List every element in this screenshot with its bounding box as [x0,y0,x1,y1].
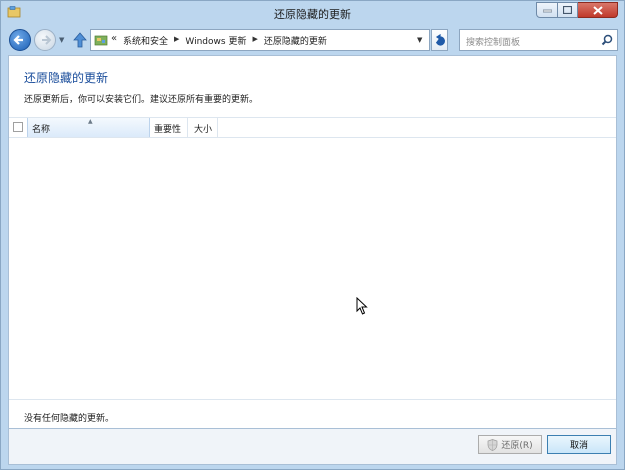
control-panel-icon [94,35,108,46]
sort-ascending-icon: ▲ [88,118,93,125]
address-bar[interactable]: « 系统和安全 ▶ Windows 更新 ▶ 还原隐藏的更新 ▼ [90,29,430,51]
column-importance-label: 重要性 [154,125,182,135]
search-box[interactable]: 搜索控制面板 [459,29,618,51]
back-button[interactable] [9,29,31,51]
status-text: 没有任何隐藏的更新。 [24,414,115,424]
close-icon [592,5,603,15]
restore-button[interactable]: 还原(R) [478,435,542,454]
chevron-right-icon[interactable]: ▶ [174,35,179,47]
restore-button-label: 还原(R) [501,441,533,451]
refresh-button[interactable] [431,29,448,51]
refresh-icon [435,34,445,46]
column-header-importance[interactable]: 重要性 [150,118,188,137]
column-name-label: 名称 [32,125,51,135]
search-icon[interactable] [601,34,613,46]
maximize-icon [563,6,572,14]
shield-icon [488,438,498,451]
cancel-button[interactable]: 取消 [547,435,611,454]
window-controls [536,2,618,20]
address-dropdown[interactable]: ▼ [417,36,422,44]
window-title: 还原隐藏的更新 [274,8,351,21]
minimize-icon [542,9,552,13]
breadcrumb-item-windows-update[interactable]: Windows 更新 [185,34,246,47]
column-header-size[interactable]: 大小 [188,118,218,137]
main-panel: 还原隐藏的更新 还原更新后，你可以安装它们。建议还原所有重要的更新。 ▲ 名称 … [8,55,617,429]
select-all-checkbox[interactable] [13,122,23,132]
divider [9,399,616,400]
close-button[interactable] [578,2,618,18]
button-bar: 还原(R) 取消 [8,429,617,465]
navigation-bar: ▼ « 系统和安全 ▶ Windows 更新 ▶ 还原隐藏的更新 ▼ 搜索控制面… [1,26,624,54]
search-input[interactable]: 搜索控制面板 [466,35,520,48]
page-title: 还原隐藏的更新 [24,71,109,85]
chevron-right-icon[interactable]: ▶ [252,35,257,47]
recent-pages-dropdown[interactable]: ▼ [59,36,64,44]
column-size-label: 大小 [194,125,213,135]
arrow-right-icon [42,35,52,45]
breadcrumb-item-security[interactable]: 系统和安全 [123,34,168,47]
forward-button[interactable] [34,29,56,51]
control-panel-window: 还原隐藏的更新 ▼ « 系统和安全 ▶ Windows 更新 ▶ 还原隐藏的更新… [0,0,625,470]
cancel-button-label: 取消 [569,441,588,451]
arrow-left-icon [13,35,23,45]
list-column-header: ▲ 名称 重要性 大小 [9,117,616,138]
update-list[interactable] [9,137,616,399]
column-header-name[interactable]: ▲ 名称 [27,118,150,137]
breadcrumb: 系统和安全 ▶ Windows 更新 ▶ 还原隐藏的更新 [123,34,327,47]
breadcrumb-item-restore-hidden[interactable]: 还原隐藏的更新 [264,34,327,47]
mouse-pointer-icon [356,297,368,315]
title-bar[interactable]: 还原隐藏的更新 [1,1,624,25]
maximize-button[interactable] [558,2,578,18]
page-description: 还原更新后，你可以安装它们。建议还原所有重要的更新。 [24,95,259,105]
minimize-button[interactable] [536,2,558,18]
up-arrow-icon[interactable] [72,31,88,49]
overflow-chevron[interactable]: « [111,33,117,44]
